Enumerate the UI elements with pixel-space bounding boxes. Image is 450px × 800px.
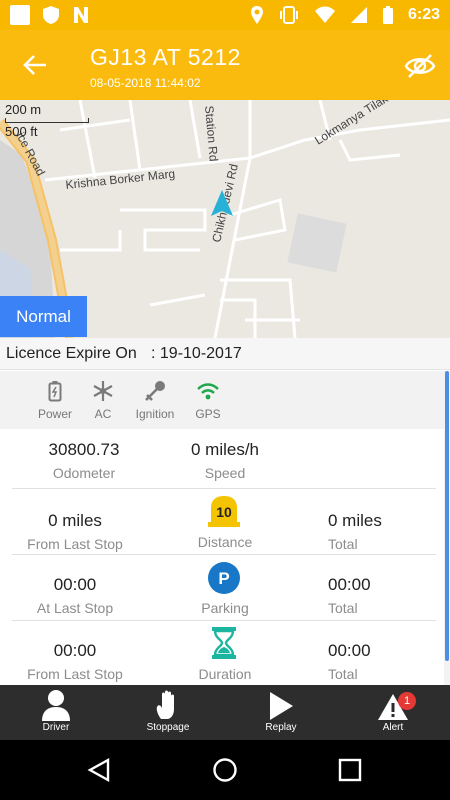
location-icon [250, 6, 263, 24]
scrollbar-thumb[interactable] [445, 371, 449, 661]
duration-from-last-stop: 00:00 From Last Stop [27, 641, 123, 682]
duration-total: 00:00 Total [328, 641, 371, 682]
odometer-10-icon: 10 [208, 496, 240, 527]
system-navigation-bar [0, 740, 450, 800]
app-bar: GJ13 AT 5212 08-05-2018 11:44:02 [0, 30, 450, 100]
licence-row: Licence Expire On : 19-10-2017 [0, 338, 450, 370]
nav-stoppage[interactable]: Stoppage [128, 685, 208, 740]
map-type-button[interactable]: Normal [0, 296, 87, 337]
vehicle-number: GJ13 AT 5212 [90, 44, 241, 70]
sensor-strip: Power AC Ignition GPS [0, 371, 444, 429]
sensor-gps: GPS [178, 379, 238, 421]
bottom-navigation: Driver Stoppage Replay Alert 1 [0, 685, 450, 740]
sensor-ac: AC [73, 379, 133, 421]
parking-total: 00:00 Total [328, 575, 371, 616]
clock: 6:23 [407, 6, 440, 23]
status-bar: 6:23 [0, 0, 450, 30]
parking-icon: P [208, 562, 240, 594]
app-n-icon [74, 7, 88, 23]
signal-icon [350, 7, 367, 23]
back-arrow-icon[interactable] [22, 52, 48, 78]
back-triangle-icon[interactable] [86, 757, 112, 783]
home-circle-icon[interactable] [212, 757, 238, 783]
eye-off-icon[interactable] [404, 50, 436, 82]
divider [12, 554, 436, 555]
parking-at-last-stop: 00:00 At Last Stop [36, 575, 114, 616]
svg-text:P: P [218, 569, 229, 588]
scale-imperial: 500 ft [5, 124, 38, 139]
distance-from-last-stop: 0 miles From Last Stop [27, 511, 123, 552]
snowflake-icon [93, 381, 113, 401]
wifi-status-icon [314, 6, 335, 23]
stats-panel: 30800.73 Odometer 0 miles/h Speed 0 mile… [0, 430, 444, 685]
battery-status-icon [382, 6, 393, 24]
vibrate-icon [279, 6, 298, 24]
person-icon [42, 690, 70, 721]
distance-label-cell: Distance [197, 534, 253, 550]
scale-metric: 200 m [5, 102, 42, 117]
street-label: Station Rd [202, 105, 221, 162]
alert-count-badge: 1 [398, 692, 416, 710]
map-scale: 200 m 500 ft [5, 102, 89, 139]
play-icon [270, 692, 293, 720]
divider [12, 620, 436, 621]
nav-replay[interactable]: Replay [241, 685, 321, 740]
wifi-signal-icon [197, 383, 219, 400]
parking-label-cell: Parking [201, 600, 249, 616]
nav-alert[interactable]: Alert 1 [353, 685, 433, 740]
nav-driver[interactable]: Driver [16, 685, 96, 740]
licence-label: Licence Expire On [6, 345, 137, 362]
sensor-ignition: Ignition [125, 379, 185, 421]
distance-total: 0 miles Total [328, 511, 382, 552]
hand-stop-icon [156, 690, 174, 719]
speed-cell: 0 miles/h Speed [190, 440, 260, 481]
recents-square-icon[interactable] [337, 757, 363, 783]
duration-label-cell: Duration [198, 666, 252, 682]
shield-notification-icon [43, 6, 59, 24]
last-update-time: 08-05-2018 11:44:02 [90, 76, 201, 90]
divider [12, 488, 436, 489]
odometer-cell: 30800.73 Odometer [48, 440, 120, 481]
hourglass-icon [212, 627, 236, 659]
scrollbar[interactable] [444, 371, 450, 685]
key-icon [145, 381, 165, 401]
notification-icon [10, 5, 30, 25]
street-label: Krishna Borker Marg [65, 167, 176, 192]
battery-icon [48, 381, 62, 402]
svg-text:10: 10 [216, 504, 232, 520]
licence-value: : 19-10-2017 [151, 345, 242, 362]
